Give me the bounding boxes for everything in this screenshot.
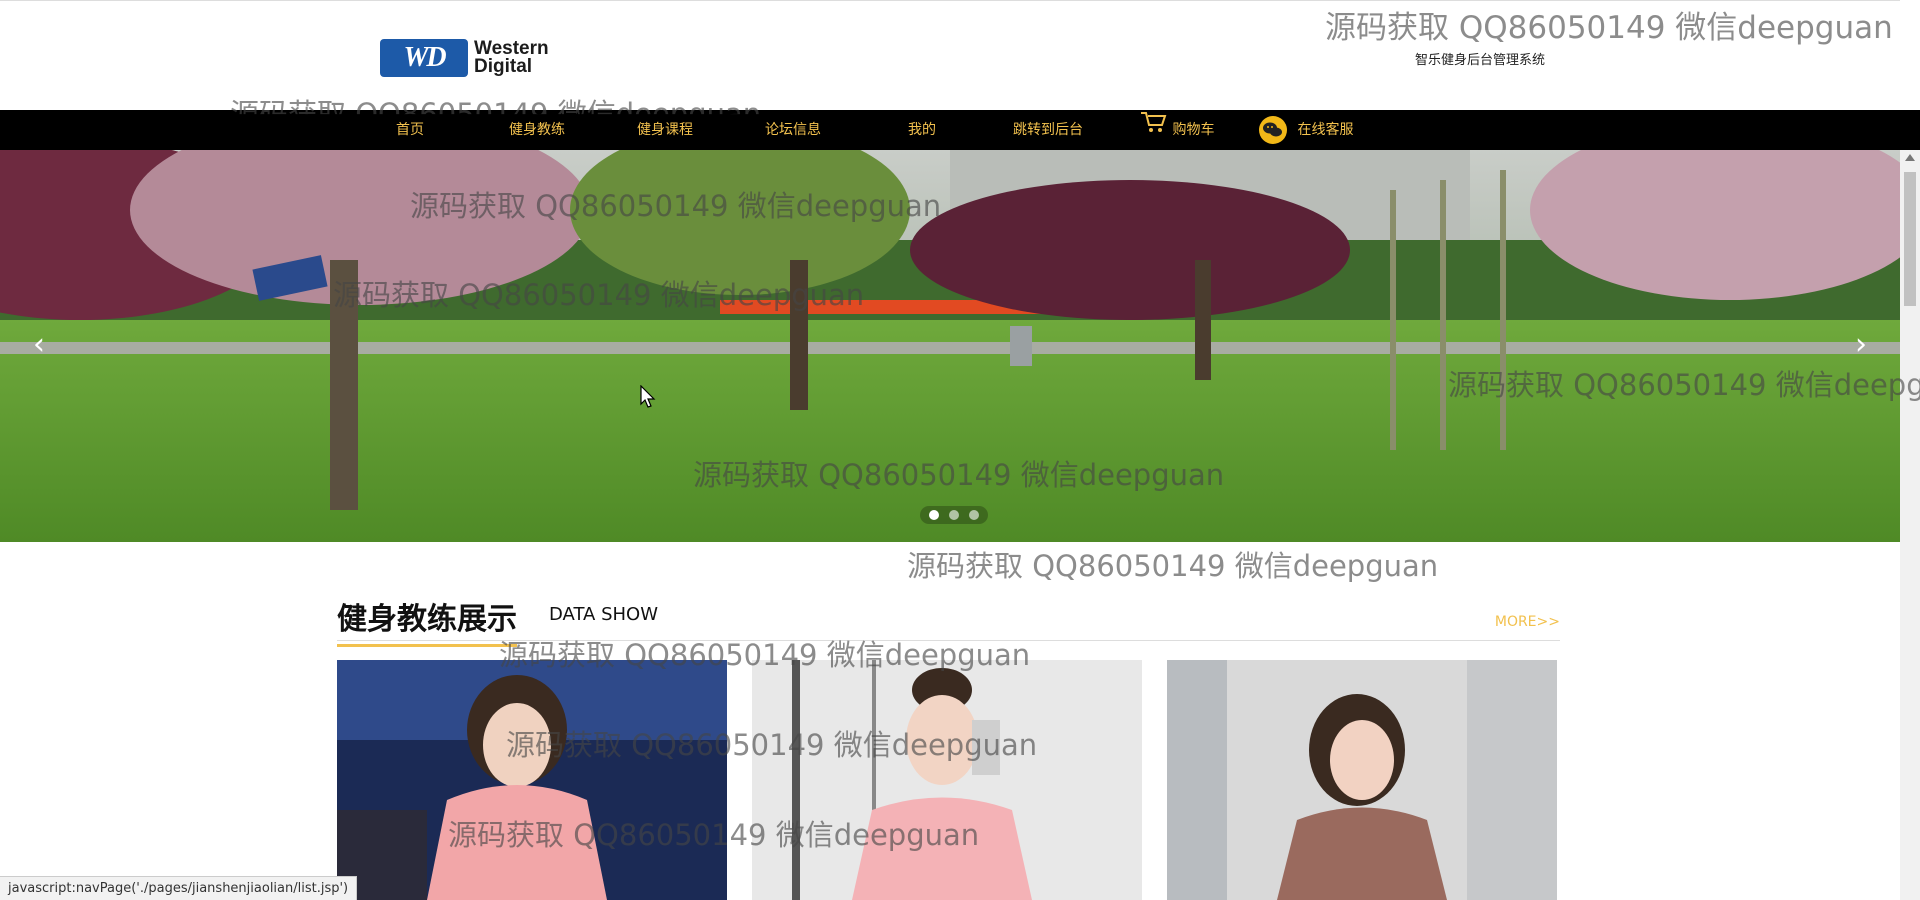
nav-item-admin[interactable]: 跳转到后台 [1013,110,1083,150]
nav-item-cart[interactable]: 购物车 [1140,110,1214,150]
nav-item-courses[interactable]: 健身课程 [637,110,693,150]
banner-image [0,150,1900,542]
coach-card-2[interactable] [752,660,1142,900]
nav-item-support[interactable]: 在线客服 [1259,110,1353,150]
coach-photo-1 [337,660,727,900]
support-label: 在线客服 [1297,122,1354,138]
coach-photo-2 [752,660,1142,900]
next-slide-arrow[interactable]: › [1846,325,1876,365]
watermark-text: 源码获取 QQ86050149 微信deepguan [907,549,1439,583]
prev-slide-arrow[interactable]: ‹ [24,325,54,365]
carousel-dot-3[interactable] [969,510,979,520]
coach-card-1[interactable] [337,660,727,900]
scroll-up-arrow-icon[interactable] [1905,154,1915,161]
nav-item-mine[interactable]: 我的 [908,110,936,150]
system-title: 智乐健身后台管理系统 [1414,53,1545,68]
logo[interactable]: WD Western Digital [380,37,570,79]
logo-text-line2: Digital [474,56,533,77]
coach-photo-3 [1167,660,1557,900]
carousel-indicators [920,506,988,524]
nav-item-coaches[interactable]: 健身教练 [509,110,565,150]
more-link[interactable]: MORE>> [1495,614,1560,630]
header: WD Western Digital 智乐健身后台管理系统 [0,0,1900,111]
carousel-dot-1[interactable] [929,510,939,520]
banner-carousel[interactable]: ‹ › [0,150,1900,542]
coach-section-header: 健身教练展示 DATA SHOW MORE>> [337,590,1560,647]
nav-item-home[interactable]: 首页 [396,110,424,150]
logo-text: Western Digital [474,39,549,77]
mouse-cursor-icon [640,385,656,408]
cart-icon [1140,110,1168,150]
cart-label: 购物车 [1172,122,1215,138]
carousel-dot-2[interactable] [949,510,959,520]
coach-card-3[interactable] [1167,660,1557,900]
logo-mark: WD [380,39,468,77]
section-subtitle: DATA SHOW [549,604,659,625]
chat-icon [1259,116,1287,144]
browser-status-bar: javascript:navPage('./pages/jianshenjiao… [0,876,358,900]
page-scrollbar[interactable] [1900,150,1920,900]
main-nav: 首页 健身教练 健身课程 论坛信息 我的 跳转到后台 购物车 在线客服 [0,110,1920,150]
nav-item-forum[interactable]: 论坛信息 [765,110,821,150]
scroll-thumb[interactable] [1904,172,1916,306]
section-title: 健身教练展示 [337,594,517,647]
